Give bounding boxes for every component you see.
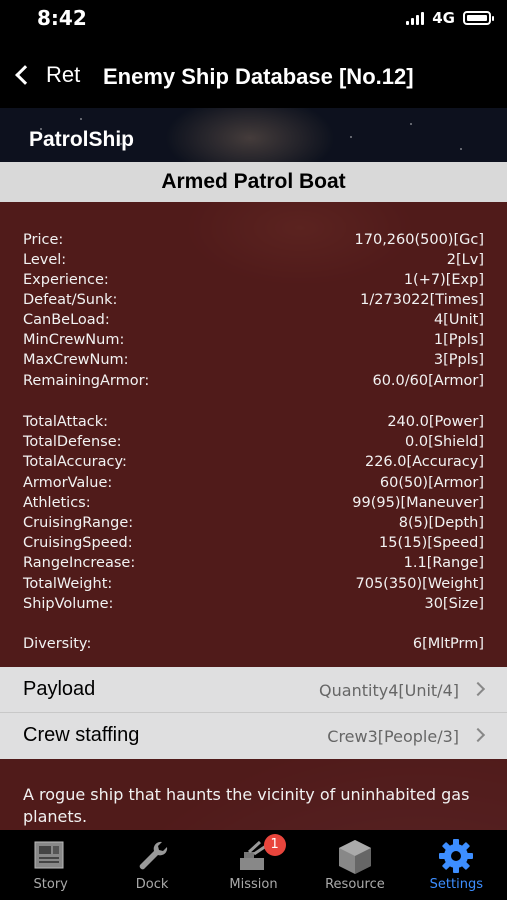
tab-resource[interactable]: Resource — [304, 830, 405, 900]
stat-row: ArmorValue: 60(50)[Armor] — [23, 473, 484, 493]
stat-label: Diversity: — [23, 636, 92, 652]
stat-value: 60(50)[Armor] — [379, 475, 484, 491]
ship-category: PatrolShip — [29, 128, 135, 151]
stat-label: CruisingRange: — [23, 515, 134, 531]
crew-staffing-row[interactable]: Crew staffing Crew3[People/3] — [0, 713, 507, 759]
box-icon — [338, 840, 371, 874]
stat-row: TotalAttack: 240.0[Power] — [23, 412, 484, 432]
stat-row: Diversity: 6[MltPrm] — [23, 634, 484, 654]
story-icon — [34, 841, 64, 869]
stat-value: 3[Ppls] — [433, 352, 484, 368]
stat-row: TotalDefense: 0.0[Shield] — [23, 432, 484, 452]
stat-row: ShipVolume: 30[Size] — [23, 594, 484, 614]
payload-label: Payload — [23, 678, 96, 700]
chevron-right-icon — [470, 727, 486, 743]
stat-value: 60.0/60[Armor] — [372, 373, 484, 389]
stat-row: CanBeLoad: 4[Unit] — [23, 310, 484, 330]
stat-row: MinCrewNum: 1[Ppls] — [23, 330, 484, 350]
crew-label: Crew staffing — [23, 724, 140, 746]
stat-value: 226.0[Accuracy] — [364, 454, 484, 470]
stat-row: Athletics: 99(95)[Maneuver] — [23, 493, 484, 513]
tab-dock[interactable]: Dock — [101, 830, 202, 900]
network-type: 4G — [432, 9, 455, 27]
ship-name: Armed Patrol Boat — [0, 162, 507, 202]
crew-value: Crew3[People/3] — [327, 727, 459, 746]
stat-label: TotalWeight: — [23, 576, 113, 592]
tab-mission[interactable]: 1 Mission — [203, 830, 304, 900]
stat-value: 6[MltPrm] — [412, 636, 484, 652]
stat-value: 1(+7)[Exp] — [403, 272, 484, 288]
stat-row: Experience: 1(+7)[Exp] — [23, 270, 484, 290]
stat-label: ArmorValue: — [23, 475, 113, 491]
payload-value: Quantity4[Unit/4] — [319, 681, 459, 700]
tab-label: Mission — [229, 877, 278, 892]
page-title: Enemy Ship Database [No.12] — [103, 64, 414, 89]
back-label: Ret — [46, 62, 81, 87]
status-indicators: 4G — [406, 9, 494, 27]
stat-value: 240.0[Power] — [387, 414, 484, 430]
stat-label: TotalAccuracy: — [23, 454, 127, 470]
stat-label: RangeIncrease: — [23, 555, 136, 571]
ship-detail-view[interactable]: PatrolShip Armed Patrol Boat Price: 170,2… — [0, 108, 507, 830]
stat-row: Level: 2[Lv] — [23, 250, 484, 270]
stat-value: 705(350)[Weight] — [355, 576, 485, 592]
stats-panel: Price: 170,260(500)[Gc] Level: 2[Lv] Exper… — [0, 202, 507, 667]
wrench-icon — [139, 841, 168, 870]
stat-label: ShipVolume: — [23, 596, 114, 612]
stat-row: TotalAccuracy: 226.0[Accuracy] — [23, 452, 484, 472]
stat-label: MaxCrewNum: — [23, 352, 129, 368]
tab-bar: Story Dock 1 Mission Resource Settings — [0, 830, 507, 900]
stat-value: 4[Unit] — [433, 312, 484, 328]
stat-label: Price: — [23, 232, 64, 248]
tab-settings[interactable]: Settings — [406, 830, 507, 900]
chevron-left-icon — [15, 65, 35, 85]
back-button[interactable]: Ret — [12, 62, 80, 88]
tab-label: Resource — [325, 877, 385, 892]
stat-label: TotalDefense: — [23, 434, 122, 450]
stat-value: 1.1[Range] — [403, 555, 484, 571]
battery-icon — [463, 11, 494, 25]
stat-value: 170,260(500)[Gc] — [354, 232, 484, 248]
stat-value: 15(15)[Speed] — [379, 535, 484, 551]
stat-label: Athletics: — [23, 495, 91, 511]
stat-row: CruisingSpeed: 15(15)[Speed] — [23, 533, 484, 553]
stat-row: Defeat/Sunk: 1/273022[Times] — [23, 290, 484, 310]
stat-row: Price: 170,260(500)[Gc] — [23, 230, 484, 250]
stat-value: 1[Ppls] — [433, 332, 484, 348]
tab-label: Story — [33, 877, 68, 892]
description-panel: A rogue ship that haunts the vicinity of… — [0, 759, 507, 830]
stat-value: 0.0[Shield] — [405, 434, 484, 450]
ship-description: A rogue ship that haunts the vicinity of… — [23, 785, 470, 826]
stat-value: 8(5)[Depth] — [398, 515, 484, 531]
stat-value: 1/273022[Times] — [360, 292, 484, 308]
payload-row[interactable]: Payload Quantity4[Unit/4] — [0, 667, 507, 713]
tab-label: Dock — [135, 877, 169, 892]
notification-badge: 1 — [263, 834, 286, 856]
tab-label: Settings — [429, 877, 483, 892]
stat-row: MaxCrewNum: 3[Ppls] — [23, 350, 484, 370]
stat-value: 2[Lv] — [446, 252, 484, 268]
stat-label: Defeat/Sunk: — [23, 292, 118, 308]
stat-row: RemainingArmor: 60.0/60[Armor] — [23, 371, 484, 391]
gear-icon — [439, 839, 474, 873]
stat-label: MinCrewNum: — [23, 332, 125, 348]
stat-row: TotalWeight: 705(350)[Weight] — [23, 574, 484, 594]
stat-label: RemainingArmor: — [23, 373, 150, 389]
stat-value: 30[Size] — [424, 596, 484, 612]
stat-label: Level: — [23, 252, 67, 268]
stat-value: 99(95)[Maneuver] — [352, 495, 484, 511]
stat-label: CruisingSpeed: — [23, 535, 133, 551]
signal-icon — [406, 11, 425, 25]
stat-row: RangeIncrease: 1.1[Range] — [23, 553, 484, 573]
tab-story[interactable]: Story — [0, 830, 101, 900]
chevron-right-icon — [470, 681, 486, 697]
status-time: 8:42 — [37, 6, 87, 30]
stat-label: CanBeLoad: — [23, 312, 110, 328]
status-bar: 8:42 4G — [0, 0, 507, 44]
stat-label: TotalAttack: — [23, 414, 109, 430]
stat-row: CruisingRange: 8(5)[Depth] — [23, 513, 484, 533]
category-header: PatrolShip — [0, 108, 507, 162]
stat-label: Experience: — [23, 272, 109, 288]
navigation-bar: Ret Enemy Ship Database [No.12] — [0, 44, 507, 108]
